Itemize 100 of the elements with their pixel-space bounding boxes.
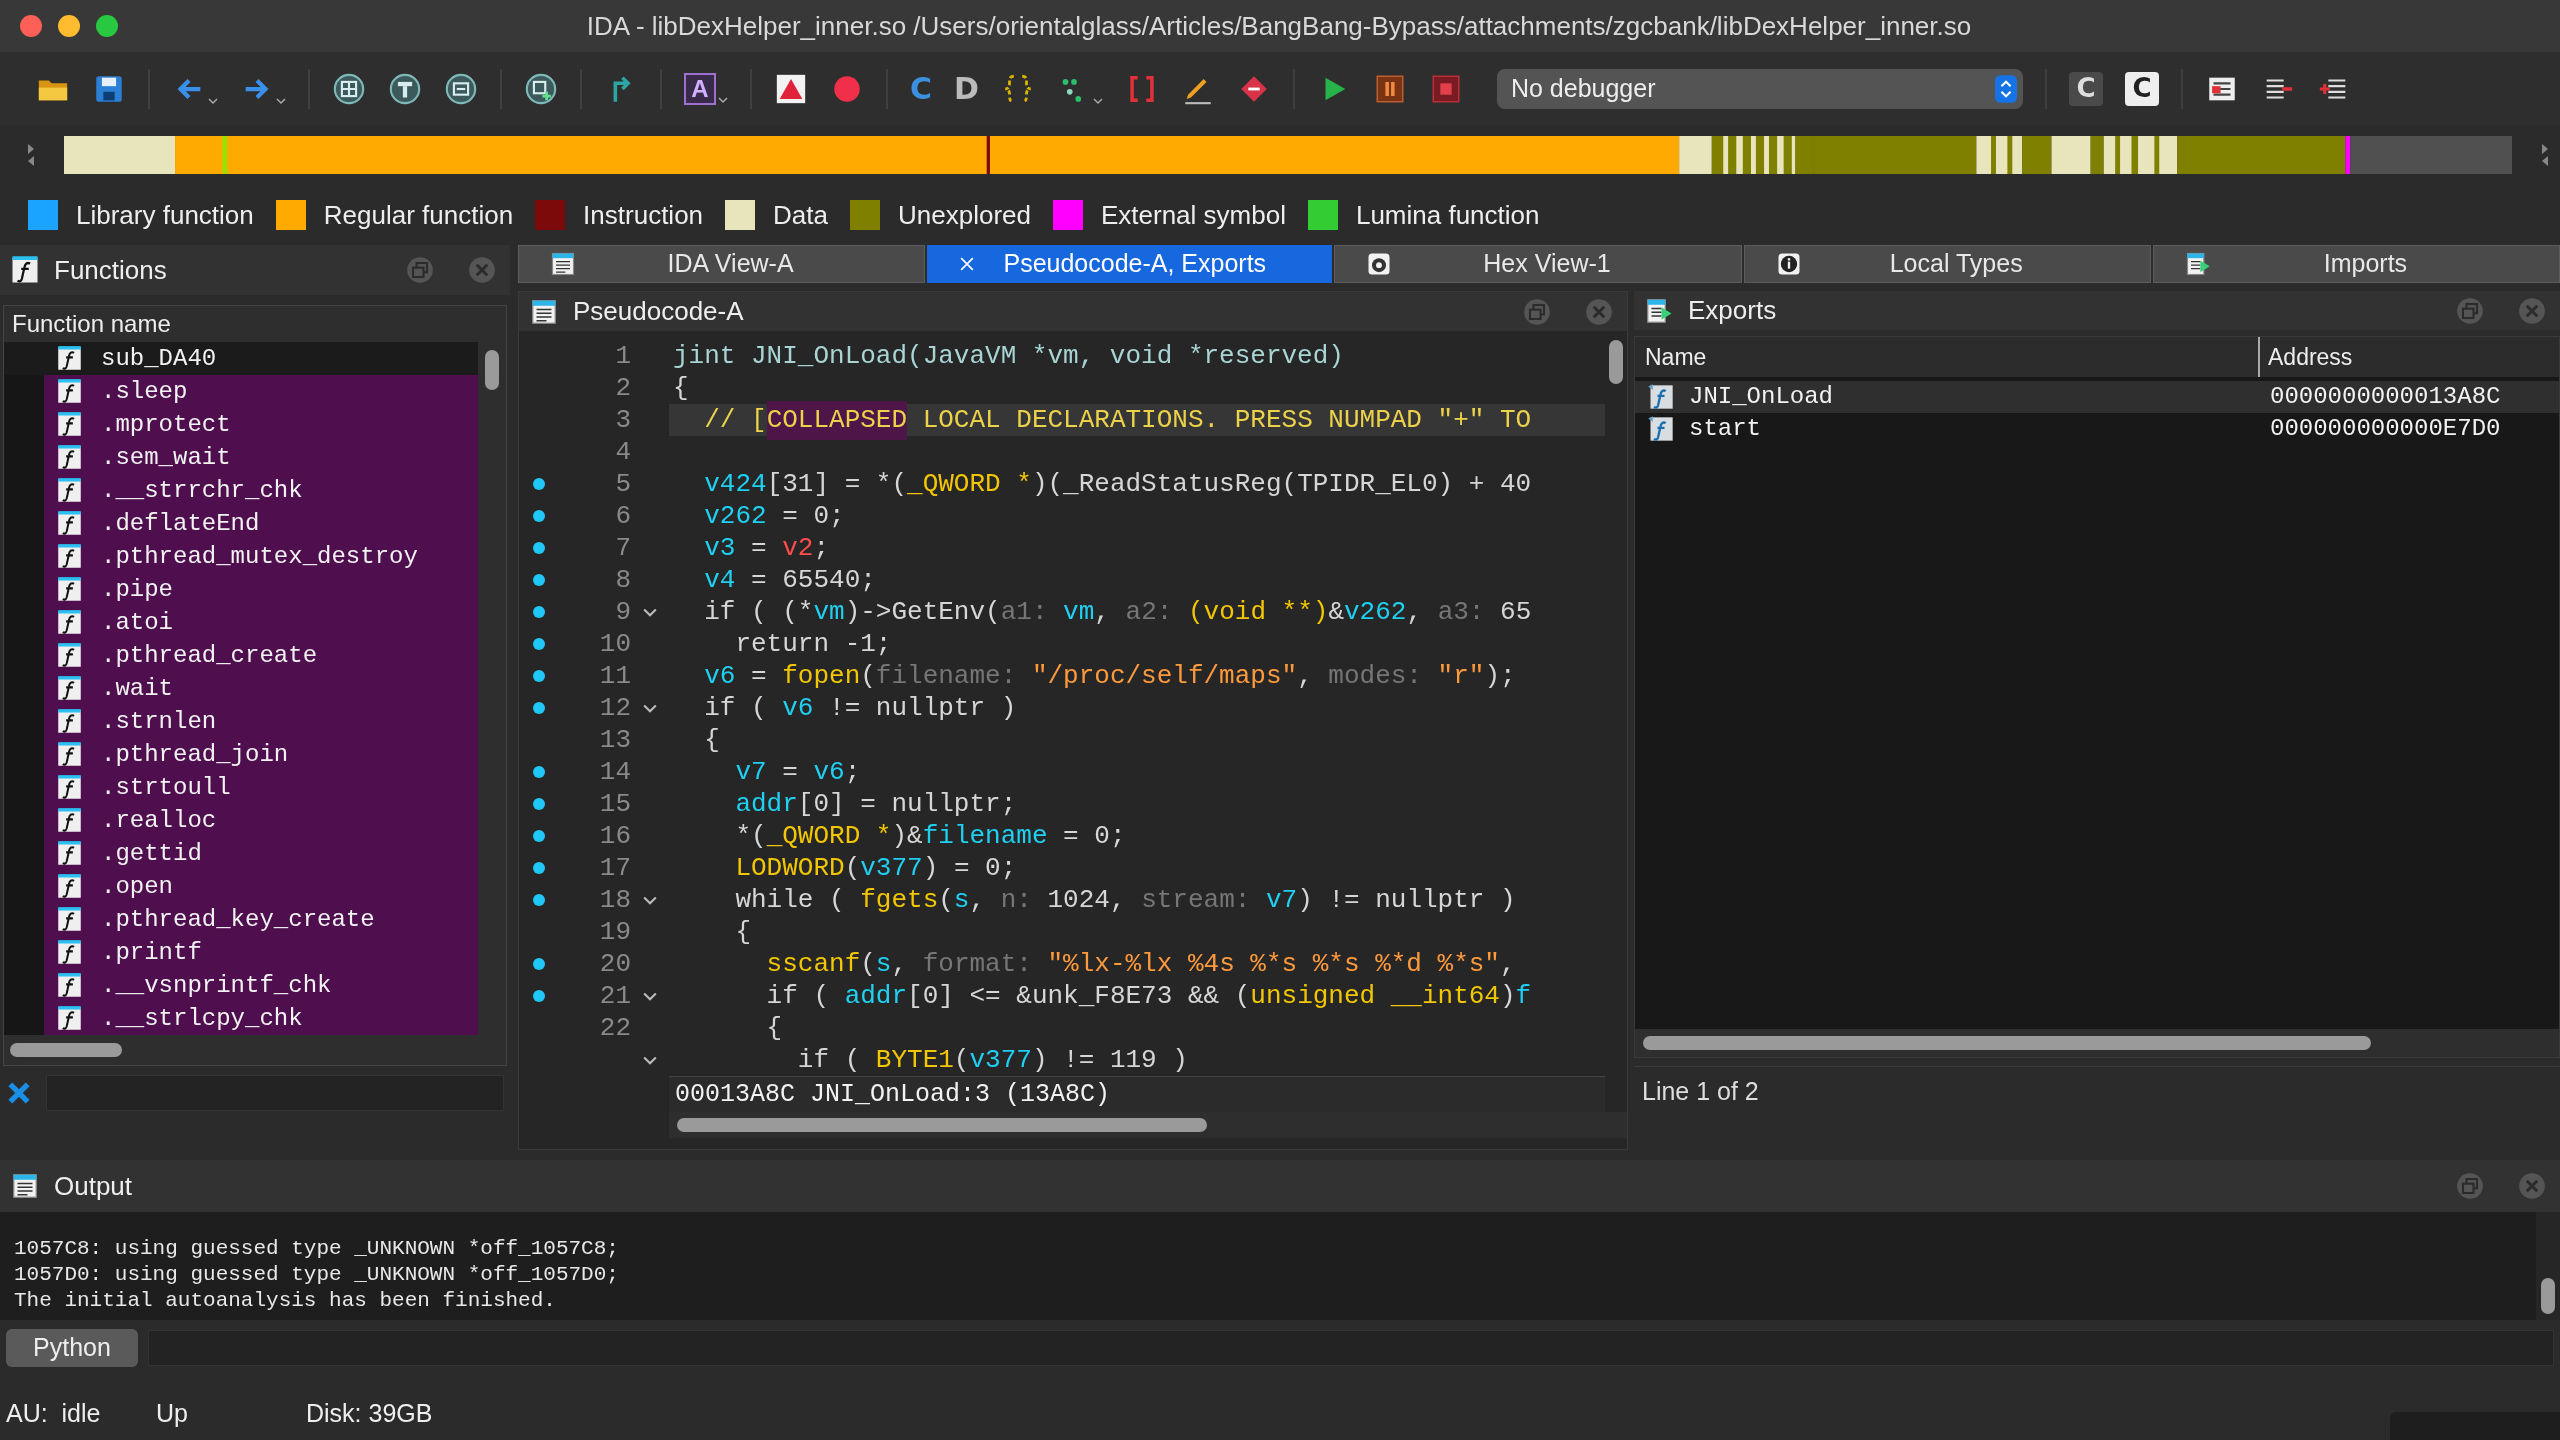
export-row[interactable]: JNI_OnLoad 0000000000013A8C	[1635, 381, 2559, 413]
scroll-arrows-icon[interactable]	[2540, 142, 2550, 168]
function-icon	[56, 575, 83, 604]
status-item: Disk: 39GB	[306, 1398, 433, 1430]
function-name: .open	[101, 871, 173, 902]
toolbar-button[interactable]: C	[910, 71, 933, 106]
line-number: 9	[615, 595, 631, 629]
list-icon	[549, 250, 577, 278]
function-row[interactable]: .atoi	[44, 606, 478, 639]
function-row[interactable]: .gettid	[44, 837, 478, 870]
function-icon	[56, 509, 83, 538]
scrollbar-thumb[interactable]	[485, 350, 499, 390]
function-row[interactable]: .pipe	[44, 573, 478, 606]
function-row[interactable]: .deflateEnd	[44, 507, 478, 540]
function-row[interactable]: .strnlen	[44, 705, 478, 738]
line-number: 13	[599, 723, 631, 757]
caret-icon[interactable]	[208, 95, 218, 106]
clear-filter-icon[interactable]	[6, 1080, 32, 1106]
toolbar-button[interactable]: C	[2124, 71, 2159, 106]
scrollbar-thumb[interactable]	[1609, 340, 1623, 384]
tab[interactable]: Local Types	[1743, 245, 2151, 283]
function-name: .realloc	[101, 805, 217, 836]
tab[interactable]: Imports	[2152, 245, 2560, 283]
language-button[interactable]: Python	[6, 1329, 138, 1367]
code-line: *(_QWORD *)&filename = 0;	[734, 820, 1127, 852]
export-row[interactable]: start 000000000000E7D0	[1635, 413, 2559, 445]
tab[interactable]: Hex View-1	[1334, 245, 1742, 283]
function-row[interactable]: .pthread_key_create	[44, 903, 478, 936]
function-row[interactable]: .__strrchr_chk	[44, 474, 478, 507]
function-icon	[56, 773, 83, 802]
function-icon	[56, 344, 83, 373]
function-icon	[56, 443, 83, 472]
legend-label: Unexplored	[898, 198, 1031, 232]
function-row[interactable]: .pthread_mutex_destroy	[44, 540, 478, 573]
column-header[interactable]: Address	[2260, 337, 2559, 377]
scrollbar-thumb[interactable]	[2541, 1278, 2555, 1314]
scrollbar-thumb[interactable]	[1643, 1036, 2371, 1050]
minimize-window-button[interactable]	[58, 15, 80, 37]
function-row[interactable]: .sleep	[44, 375, 478, 408]
function-icon	[56, 377, 83, 406]
stepper-icon	[1994, 74, 2017, 103]
caret-icon[interactable]	[718, 94, 728, 105]
position-text: 00013A8C JNI_OnLoad:3 (13A8C)	[674, 1078, 1111, 1111]
line-number: 11	[599, 659, 631, 693]
caret-icon[interactable]	[1092, 95, 1103, 106]
function-icon	[56, 839, 83, 868]
toolbar-button[interactable]: A	[684, 72, 716, 105]
function-row[interactable]: .open	[44, 870, 478, 903]
function-row[interactable]: .__vsnprintf_chk	[44, 969, 478, 1002]
function-icon	[56, 410, 83, 439]
code-line: {	[672, 372, 690, 404]
close-window-button[interactable]	[20, 15, 42, 37]
code-line: v4 = 65540;	[703, 564, 877, 596]
function-name: .gettid	[101, 838, 202, 869]
scrollbar-thumb[interactable]	[10, 1043, 122, 1057]
plus-circle-icon[interactable]	[524, 71, 558, 106]
toolbar-button[interactable]: D	[954, 71, 979, 106]
function-name: .__strlcpy_chk	[101, 1003, 303, 1034]
function-name: .mprotect	[101, 409, 231, 440]
function-row[interactable]: .strtoull	[44, 771, 478, 804]
function-name: .deflateEnd	[101, 508, 260, 539]
tab[interactable]: Pseudocode-A, Exports	[927, 245, 1333, 283]
function-row[interactable]: .sem_wait	[44, 441, 478, 474]
function-name: .__vsnprintf_chk	[101, 970, 332, 1001]
code-line: {	[765, 1012, 784, 1044]
code-line: {	[734, 916, 752, 948]
chip-circle-icon[interactable]	[444, 71, 478, 106]
column-header[interactable]: Function name	[4, 306, 506, 342]
function-icon	[56, 938, 83, 967]
line-number: 10	[599, 627, 631, 661]
maximize-window-button[interactable]	[96, 15, 118, 37]
function-icon	[56, 608, 83, 637]
code-line: if ( addr[0] <= &unk_F8E73 && (unsigned __int64)f	[765, 980, 1533, 1012]
function-row[interactable]: .wait	[44, 672, 478, 705]
scrollbar-thumb[interactable]	[677, 1118, 1207, 1132]
legend-label: Lumina function	[1355, 198, 1540, 232]
export-address: 000000000000E7D0	[2269, 414, 2501, 444]
code-line: v262 = 0;	[703, 500, 846, 532]
function-icon	[56, 542, 83, 571]
function-icon	[56, 707, 83, 736]
column-header[interactable]: Name	[1635, 337, 2260, 377]
panel-title: Pseudocode-A	[573, 295, 745, 328]
debugger-select[interactable]: No debugger	[1496, 68, 2023, 109]
line-number: 7	[615, 531, 631, 565]
bar-circle-icon[interactable]	[388, 71, 422, 106]
log-line: 1057D0: using guessed type _UNKNOWN *off_1057D0;	[14, 1262, 620, 1288]
caret-icon[interactable]	[276, 95, 286, 106]
grid-circle-icon[interactable]	[332, 71, 366, 106]
function-icon	[1647, 415, 1675, 443]
scroll-arrows-icon[interactable]	[26, 142, 36, 168]
function-row[interactable]: .mprotect	[44, 408, 478, 441]
function-row[interactable]: .printf	[44, 936, 478, 969]
function-row[interactable]: .__strlcpy_chk	[44, 1002, 478, 1035]
line-number: 6	[615, 499, 631, 533]
toolbar-button[interactable]: C	[2068, 71, 2103, 106]
function-row[interactable]: .pthread_join	[44, 738, 478, 771]
function-row[interactable]: .realloc	[44, 804, 478, 837]
navigation-band[interactable]	[64, 136, 2512, 174]
function-row[interactable]: .pthread_create	[44, 639, 478, 672]
tab[interactable]: IDA View-A	[518, 245, 926, 283]
